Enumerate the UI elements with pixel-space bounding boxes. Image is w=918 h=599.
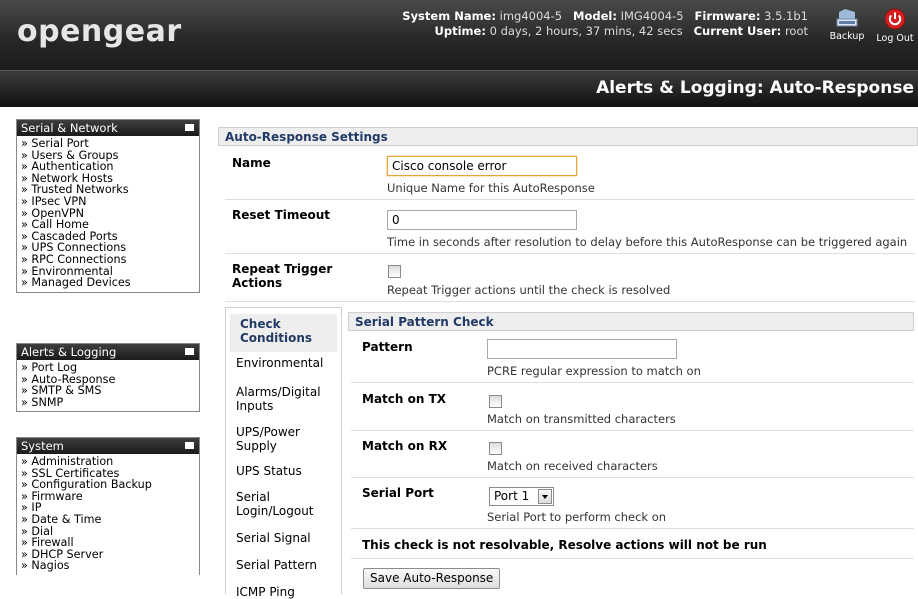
reset-timeout-label: Reset Timeout	[232, 208, 331, 222]
collapse-icon[interactable]	[185, 348, 194, 355]
serial-port-label: Serial Port	[362, 486, 434, 500]
sidebar-item-snmp[interactable]: » SNMP	[17, 397, 199, 409]
sidebar-menu-system: System » Administration » SSL Certificat…	[16, 437, 200, 575]
menu-title: Alerts & Logging	[21, 345, 117, 359]
tab-alarms-digital-inputs[interactable]: Alarms/Digital Inputs	[226, 385, 326, 413]
logout-label: Log Out	[876, 33, 914, 44]
system-name-value: img4004-5	[499, 9, 563, 23]
tab-icmp-ping[interactable]: ICMP Ping	[226, 585, 341, 599]
match-on-rx-hint: Match on received characters	[487, 459, 658, 473]
name-label: Name	[232, 156, 271, 170]
sidebar-item-nagios[interactable]: » Nagios	[17, 560, 199, 572]
serial-port-hint: Serial Port to perform check on	[487, 510, 667, 524]
match-on-tx-hint: Match on transmitted characters	[487, 412, 676, 426]
divider	[351, 558, 914, 559]
tab-serial-pattern[interactable]: Serial Pattern	[226, 558, 341, 572]
sidebar-item-date-time[interactable]: » Date & Time	[17, 514, 199, 526]
serial-port-select[interactable]: Port 1	[489, 487, 554, 506]
page-title: Alerts & Logging: Auto-Response	[596, 78, 914, 98]
pattern-input[interactable]	[487, 339, 677, 359]
model-value: IMG4004-5	[620, 9, 684, 23]
check-conditions-tabs: Check Conditions Environmental Alarms/Di…	[225, 307, 342, 599]
sidebar-item-port-log[interactable]: » Port Log	[17, 362, 199, 374]
divider	[225, 199, 915, 200]
tab-ups-power-supply[interactable]: UPS/Power Supply	[226, 425, 326, 453]
header-bar: opengear System Name: img4004-5 Model: I…	[0, 0, 918, 70]
backup-icon	[836, 9, 858, 27]
match-on-rx-label: Match on RX	[362, 439, 448, 453]
menu-title: System	[21, 439, 64, 453]
tab-check-conditions[interactable]: Check Conditions	[230, 314, 337, 352]
sidebar-item-firewall[interactable]: » Firewall	[17, 537, 199, 549]
tab-ups-status[interactable]: UPS Status	[226, 464, 341, 478]
current-user-value: root	[784, 24, 808, 38]
divider	[225, 253, 915, 254]
firmware-value: 3.5.1b1	[764, 9, 808, 23]
menu-title: Serial & Network	[21, 121, 118, 135]
save-auto-response-button[interactable]: Save Auto-Response	[363, 568, 501, 589]
divider	[351, 528, 914, 529]
logout-button[interactable]: Log Out	[874, 8, 916, 44]
pattern-label: Pattern	[362, 340, 413, 354]
firmware-label: Firmware:	[694, 9, 761, 23]
reset-timeout-hint: Time in seconds after resolution to dela…	[387, 235, 908, 249]
divider	[351, 430, 914, 431]
backup-label: Backup	[829, 31, 865, 42]
backup-button[interactable]: Backup	[826, 8, 868, 42]
menu-header-serial-network[interactable]: Serial & Network	[17, 120, 199, 136]
uptime-value: 0 days, 2 hours, 37 mins, 42 secs	[489, 24, 683, 38]
repeat-trigger-actions-label: Repeat Trigger Actions	[232, 262, 332, 290]
auto-response-settings-header: Auto-Response Settings	[218, 127, 918, 146]
sidebar-item-ipsec-vpn[interactable]: » IPsec VPN	[17, 196, 199, 208]
model-label: Model:	[573, 9, 617, 23]
name-input[interactable]	[387, 156, 577, 176]
repeat-label-line2: Actions	[232, 276, 283, 290]
match-on-tx-checkbox[interactable]	[489, 395, 502, 408]
divider	[351, 382, 914, 383]
system-info: System Name: img4004-5 Model: IMG4004-5 …	[402, 9, 808, 39]
tab-serial-signal[interactable]: Serial Signal	[226, 531, 341, 545]
opengear-logo[interactable]: opengear	[17, 14, 182, 49]
name-hint: Unique Name for this AutoResponse	[387, 181, 595, 195]
sidebar-item-serial-port[interactable]: » Serial Port	[17, 138, 199, 150]
sidebar-menu-serial-network: Serial & Network » Serial Port » Users &…	[16, 119, 200, 293]
not-resolvable-note: This check is not resolvable, Resolve ac…	[362, 538, 767, 552]
collapse-icon[interactable]	[185, 442, 194, 449]
repeat-label-line1: Repeat Trigger	[232, 262, 333, 276]
repeat-trigger-checkbox[interactable]	[388, 265, 401, 278]
serial-port-selected: Port 1	[494, 489, 530, 503]
collapse-icon[interactable]	[185, 124, 194, 131]
sidebar-item-firmware[interactable]: » Firmware	[17, 491, 199, 503]
match-on-tx-label: Match on TX	[362, 392, 447, 406]
current-user-label: Current User:	[693, 24, 782, 38]
sidebar-menu-alerts-logging: Alerts & Logging » Port Log » Auto-Respo…	[16, 343, 200, 413]
menu-header-system[interactable]: System	[17, 438, 199, 454]
reset-timeout-input[interactable]	[387, 210, 577, 230]
sidebar-item-managed-devices[interactable]: » Managed Devices	[17, 277, 199, 289]
pattern-hint: PCRE regular expression to match on	[487, 364, 701, 378]
serial-pattern-check-header: Serial Pattern Check	[348, 312, 914, 331]
chevron-down-icon	[538, 489, 552, 504]
sidebar-item-rpc-connections[interactable]: » RPC Connections	[17, 254, 199, 266]
power-icon	[884, 8, 906, 30]
divider	[225, 301, 915, 302]
uptime-label: Uptime:	[434, 24, 486, 38]
menu-header-alerts-logging[interactable]: Alerts & Logging	[17, 344, 199, 360]
divider	[351, 477, 914, 478]
repeat-trigger-hint: Repeat Trigger actions until the check i…	[387, 283, 671, 297]
tab-environmental[interactable]: Environmental	[226, 356, 341, 370]
sidebar-item-call-home[interactable]: » Call Home	[17, 219, 199, 231]
system-name-label: System Name:	[402, 9, 496, 23]
sidebar-item-administration[interactable]: » Administration	[17, 456, 199, 468]
match-on-rx-checkbox[interactable]	[489, 442, 502, 455]
tab-check-conditions-label: Check Conditions	[240, 317, 313, 345]
tab-serial-login-logout[interactable]: Serial Login/Logout	[226, 490, 326, 518]
page-title-bar: Alerts & Logging: Auto-Response	[0, 70, 918, 107]
